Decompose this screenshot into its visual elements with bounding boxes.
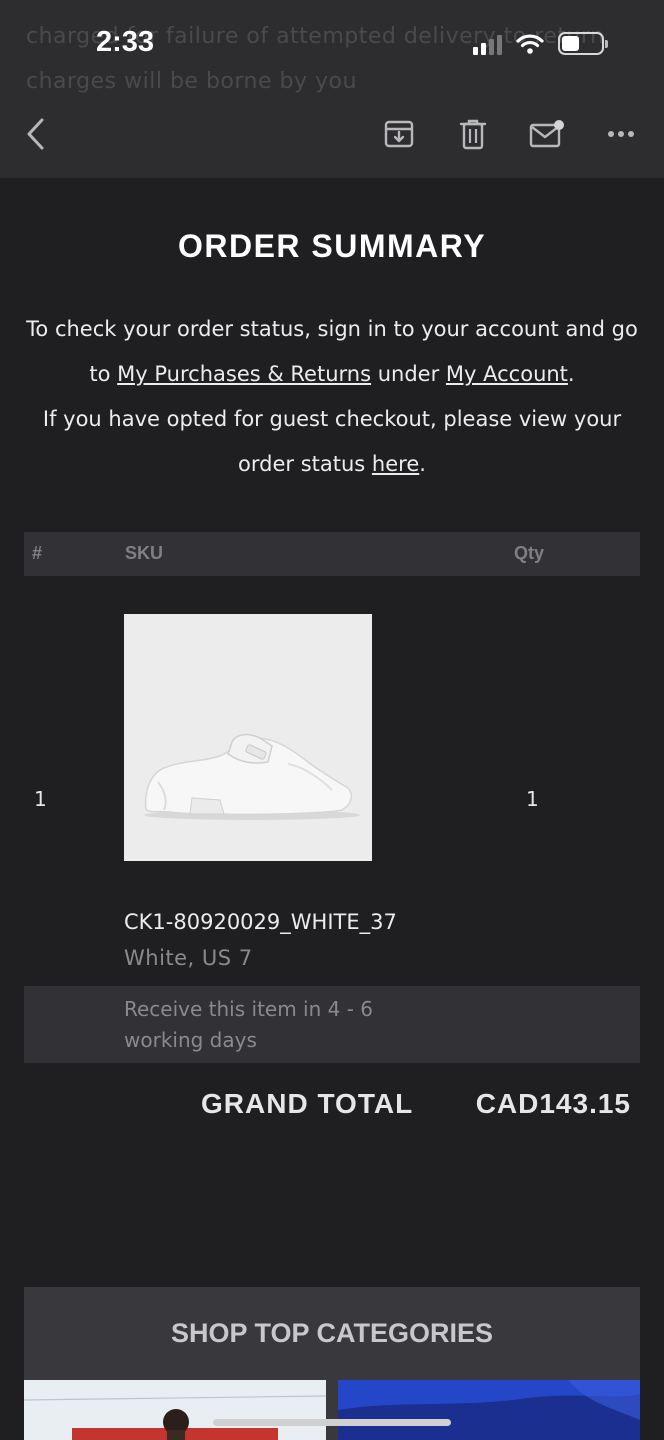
- delete-button[interactable]: [455, 116, 491, 152]
- more-horizontal-icon: [608, 131, 634, 137]
- white-shoe-image: [144, 733, 360, 820]
- my-purchases-returns-link[interactable]: My Purchases & Returns: [117, 362, 371, 386]
- trash-icon: [459, 119, 487, 150]
- my-account-link[interactable]: My Account: [446, 362, 568, 386]
- email-header: charged for failure of attempted deliver…: [0, 0, 664, 178]
- order-status-info: To check your order status, sign in to y…: [24, 307, 640, 487]
- more-button[interactable]: [603, 116, 639, 152]
- archive-icon: [384, 120, 414, 148]
- shop-categories-title: SHOP TOP CATEGORIES: [170, 1318, 494, 1348]
- guest-order-status-link[interactable]: here: [372, 452, 419, 476]
- battery-icon: [558, 32, 608, 55]
- order-summary-title: ORDER SUMMARY: [177, 228, 487, 264]
- status-time: 2:33: [96, 26, 155, 58]
- mail-unread-icon: [529, 120, 564, 148]
- home-indicator[interactable]: [213, 1419, 451, 1426]
- info-text-2: If you have opted for guest checkout, pl…: [42, 407, 622, 476]
- info-text-under: under: [371, 362, 446, 386]
- category-image-left: [24, 1395, 326, 1440]
- item-quantity: 1: [526, 787, 539, 811]
- info-period: .: [567, 362, 575, 386]
- order-table-header: # SKU Qty: [24, 532, 640, 576]
- shop-categories-section: SHOP TOP CATEGORIES: [24, 1287, 640, 1440]
- col-sku-header: SKU: [125, 543, 164, 563]
- grand-total-label: GRAND TOTAL: [201, 1088, 414, 1119]
- wifi-icon: [516, 33, 544, 54]
- info-period-2: .: [419, 452, 426, 476]
- status-icons: [473, 32, 608, 55]
- category-image-right: [338, 1380, 640, 1440]
- grand-total-value: CAD143.15: [475, 1088, 631, 1119]
- item-sku: CK1-80920029_WHITE_37: [124, 910, 397, 934]
- item-variant: White, US 7: [124, 946, 253, 970]
- delivery-estimate: Receive this item in 4 - 6 working days: [124, 997, 374, 1052]
- chevron-left-icon: [27, 118, 44, 150]
- archive-button[interactable]: [381, 116, 417, 152]
- mark-unread-button[interactable]: [529, 116, 565, 152]
- category-tile-left[interactable]: [24, 1380, 326, 1440]
- product-image[interactable]: [124, 614, 372, 861]
- item-number: 1: [34, 787, 47, 811]
- delivery-estimate-box: Receive this item in 4 - 6 working days: [24, 986, 640, 1063]
- category-tile-right[interactable]: [338, 1380, 640, 1440]
- back-button[interactable]: [18, 116, 54, 152]
- col-number-header: #: [32, 543, 43, 563]
- cellular-signal-icon: [473, 33, 502, 55]
- col-qty-header: Qty: [514, 543, 545, 563]
